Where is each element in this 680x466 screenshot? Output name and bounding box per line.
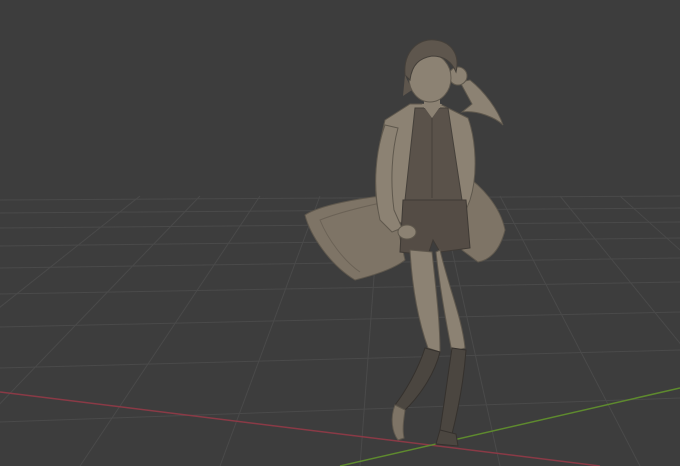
x-axis-line [0,391,601,466]
viewport-canvas[interactable] [0,0,680,466]
character-model[interactable] [304,39,506,447]
3d-viewport[interactable] [0,0,680,466]
